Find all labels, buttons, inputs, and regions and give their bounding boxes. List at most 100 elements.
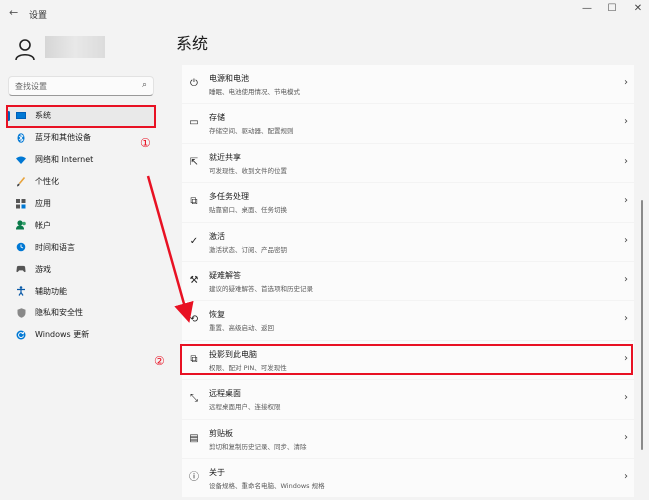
row-title: 电源和电池 xyxy=(209,74,249,83)
row-subtitle: 建议的疑难解答、首选项和历史记录 xyxy=(209,284,313,293)
main-content: 系统 ⏻ 电源和电池 睡眠、电池使用情况、节电模式 › ▭ 存储 存储空间、驱动… xyxy=(162,28,649,500)
sidebar-item-label: 辅助功能 xyxy=(35,286,67,296)
back-arrow-icon[interactable]: ← xyxy=(9,6,18,19)
row-subtitle: 远程桌面用户、连接权限 xyxy=(209,403,281,412)
share-icon: ⇱ xyxy=(189,156,199,168)
window-title: 设置 xyxy=(29,11,48,21)
sidebar-item-privacy[interactable]: 隐私和安全性 xyxy=(6,302,156,324)
sidebar-item-gaming[interactable]: 游戏 xyxy=(6,258,156,280)
chevron-right-icon: › xyxy=(624,77,628,88)
settings-row-clipboard[interactable]: ▤ 剪贴板 剪切和复制历史记录、同步、清除 › xyxy=(182,419,634,459)
globe-clock-icon xyxy=(16,242,26,252)
settings-row-nearby-sharing[interactable]: ⇱ 就近共享 可发现性、收到文件的位置 › xyxy=(182,143,634,184)
recovery-icon: ⟲ xyxy=(189,314,199,326)
row-title: 远程桌面 xyxy=(209,389,241,399)
title-bar: ← 设置 — ☐ ✕ xyxy=(0,0,649,28)
annotation-box-projecting xyxy=(180,344,633,375)
annotation-marker-2: ② xyxy=(154,354,165,368)
sidebar-item-label: 网络和 Internet xyxy=(35,155,94,165)
sidebar-item-accessibility[interactable]: 辅助功能 xyxy=(6,280,156,302)
wifi-icon xyxy=(16,155,26,165)
chevron-right-icon: › xyxy=(624,273,628,285)
chevron-right-icon: › xyxy=(624,234,628,246)
sidebar: ⌕ 系统 蓝牙和其他设备 网络和 Internet 个性化 xyxy=(0,28,162,500)
power-icon: ⏻ xyxy=(190,78,198,89)
row-title: 存储 xyxy=(209,113,225,123)
shield-icon xyxy=(16,308,26,318)
gamepad-icon xyxy=(16,264,26,274)
sidebar-item-label: 帐户 xyxy=(35,220,51,230)
settings-row-multitasking[interactable]: ⧉ 多任务处理 贴靠窗口、桌面、任务切换 › xyxy=(182,183,634,223)
row-title: 就近共享 xyxy=(209,152,241,162)
brush-icon xyxy=(16,176,26,187)
row-title: 恢复 xyxy=(209,310,225,320)
chevron-right-icon: › xyxy=(624,392,628,404)
settings-row-about[interactable]: ⓘ 关于 设备规格、重命名电脑、Windows 规格 › xyxy=(182,458,634,499)
settings-row-recovery[interactable]: ⟲ 恢复 重置、高级启动、返回 › xyxy=(182,301,634,341)
clipboard-icon: ▤ xyxy=(189,432,199,444)
sidebar-item-windows-update[interactable]: Windows 更新 xyxy=(6,324,156,346)
row-subtitle: 激活状态、订阅、产品密钥 xyxy=(209,245,287,254)
chevron-right-icon: › xyxy=(624,155,628,167)
maximize-button[interactable]: ☐ xyxy=(598,0,626,18)
settings-row-troubleshoot[interactable]: ⚒ 疑难解答 建议的疑难解答、首选项和历史记录 › xyxy=(182,261,634,302)
sidebar-item-apps[interactable]: 应用 xyxy=(6,193,156,215)
sidebar-item-label: 个性化 xyxy=(35,177,59,187)
search-box[interactable]: ⌕ xyxy=(8,76,154,96)
update-icon xyxy=(16,330,26,340)
search-icon[interactable]: ⌕ xyxy=(142,80,147,90)
sidebar-item-personalization[interactable]: 个性化 xyxy=(6,171,156,193)
multitask-icon: ⧉ xyxy=(190,196,198,208)
chevron-right-icon: › xyxy=(624,431,628,443)
sidebar-item-label: Windows 更新 xyxy=(35,330,90,340)
row-subtitle: 重置、高级启动、返回 xyxy=(209,324,274,333)
sidebar-item-network[interactable]: 网络和 Internet xyxy=(6,149,156,171)
sidebar-item-accounts[interactable]: 帐户 xyxy=(6,214,156,236)
sidebar-item-label: 蓝牙和其他设备 xyxy=(35,133,91,143)
sidebar-item-label: 应用 xyxy=(35,199,51,208)
sidebar-item-label: 隐私和安全性 xyxy=(35,308,83,318)
settings-row-power[interactable]: ⏻ 电源和电池 睡眠、电池使用情况、节电模式 › xyxy=(182,65,634,105)
storage-icon: ▭ xyxy=(189,117,199,129)
sidebar-item-time-language[interactable]: 时间和语言 xyxy=(6,236,156,258)
check-circle-icon: ✓ xyxy=(189,235,199,247)
row-title: 关于 xyxy=(209,467,225,477)
page-title: 系统 xyxy=(176,34,209,53)
accessibility-icon xyxy=(16,286,26,296)
bluetooth-icon xyxy=(16,133,26,143)
settings-row-activation[interactable]: ✓ 激活 激活状态、订阅、产品密钥 › xyxy=(182,222,634,262)
row-subtitle: 设备规格、重命名电脑、Windows 规格 xyxy=(209,481,325,490)
vertical-scrollbar[interactable] xyxy=(641,200,643,450)
sidebar-item-label: 时间和语言 xyxy=(35,242,75,252)
row-title: 激活 xyxy=(209,231,225,241)
annotation-box-system xyxy=(6,105,156,128)
row-title: 疑难解答 xyxy=(209,270,241,280)
sidebar-item-bluetooth[interactable]: 蓝牙和其他设备 xyxy=(6,127,156,149)
row-subtitle: 睡眠、电池使用情况、节电模式 xyxy=(209,88,300,96)
minimize-button[interactable]: — xyxy=(573,0,601,18)
avatar-icon[interactable] xyxy=(12,36,38,62)
settings-row-remote-desktop[interactable]: ⤡ 远程桌面 远程桌面用户、连接权限 › xyxy=(182,380,634,420)
settings-list: ⏻ 电源和电池 睡眠、电池使用情况、节电模式 › ▭ 存储 存储空间、驱动器、配… xyxy=(182,65,634,499)
annotation-marker-1: ① xyxy=(140,136,151,150)
search-input[interactable] xyxy=(15,79,133,94)
account-icon xyxy=(16,220,26,230)
user-name-blurred xyxy=(45,36,105,58)
row-subtitle: 贴靠窗口、桌面、任务切换 xyxy=(209,206,287,215)
info-icon: ⓘ xyxy=(189,471,199,483)
row-subtitle: 剪切和复制历史记录、同步、清除 xyxy=(209,442,307,451)
chevron-right-icon: › xyxy=(624,195,628,207)
sidebar-nav: 系统 蓝牙和其他设备 网络和 Internet 个性化 应用 帐户 时间和语言 … xyxy=(6,105,156,346)
wrench-icon: ⚒ xyxy=(189,274,199,286)
close-button[interactable]: ✕ xyxy=(624,0,649,18)
sidebar-item-label: 游戏 xyxy=(35,264,51,274)
row-title: 多任务处理 xyxy=(209,192,249,202)
settings-row-storage[interactable]: ▭ 存储 存储空间、驱动器、配置规则 › xyxy=(182,104,634,144)
chevron-right-icon: › xyxy=(624,116,628,128)
chevron-right-icon: › xyxy=(624,313,628,325)
row-subtitle: 可发现性、收到文件的位置 xyxy=(209,166,287,175)
apps-icon xyxy=(16,198,26,209)
remote-desktop-icon: ⤡ xyxy=(190,393,198,405)
row-title: 剪贴板 xyxy=(209,428,233,438)
chevron-right-icon: › xyxy=(624,470,628,482)
